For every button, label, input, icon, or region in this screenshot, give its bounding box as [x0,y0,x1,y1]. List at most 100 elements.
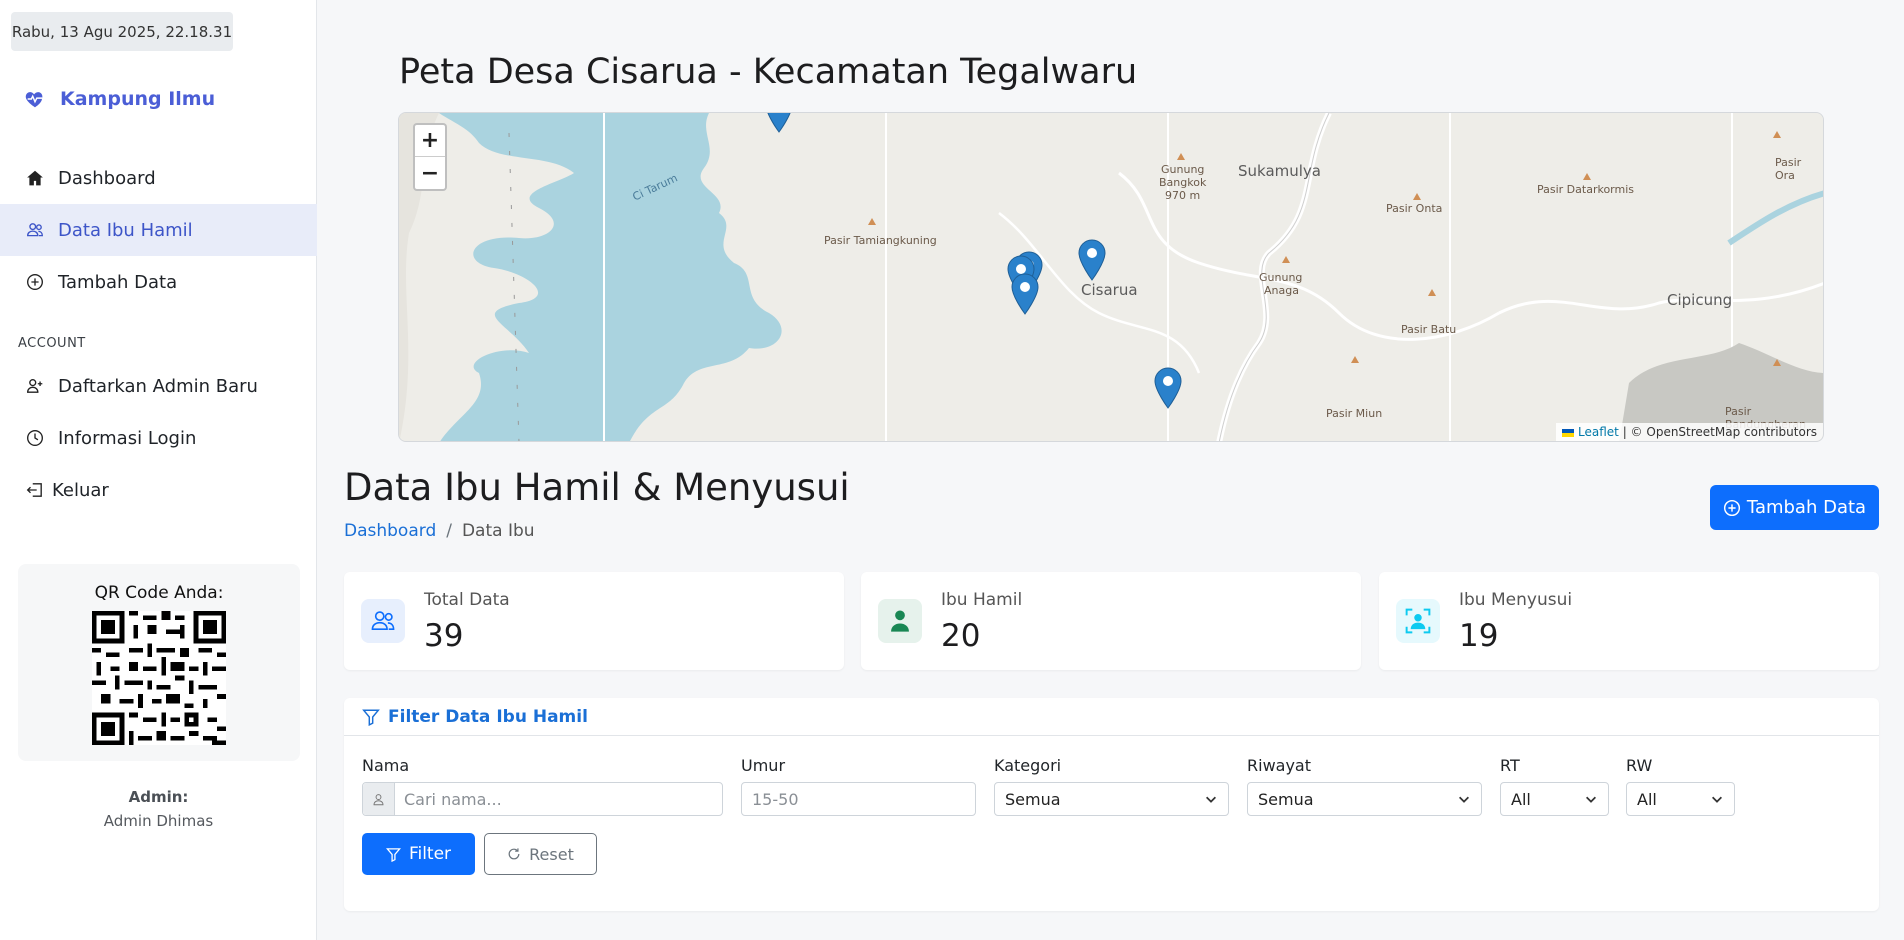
breadcrumb: Dashboard / Data Ibu [344,521,535,541]
person-icon [891,610,909,632]
stat-card-ibu-menyusui: Ibu Menyusui 19 [1379,572,1879,670]
refresh-icon [508,848,520,860]
kategori-select[interactable]: Semua [994,782,1229,816]
sidebar-item-daftarkan-admin[interactable]: Daftarkan Admin Baru [0,360,317,412]
map-attribution: Leaflet | © OpenStreetMap contributors [1556,423,1823,441]
person-icon [373,793,384,805]
clock-icon [27,430,43,446]
stat-label: Ibu Menyusui [1459,590,1573,610]
tambah-data-button[interactable]: Tambah Data [1710,485,1879,530]
map-container[interactable]: Ci Tarum Pasir Tamiangkuning Gunung Bang… [398,112,1824,442]
rt-label: RT [1500,756,1520,775]
filter-header: Filter Data Ibu Hamil [344,698,1879,736]
page-title: Data Ibu Hamil & Menyusui [344,466,850,509]
ukraine-flag-icon [1562,428,1575,437]
chevron-down-icon [1206,796,1216,803]
brand-name: Kampung Ilmu [60,88,216,110]
sidebar-item-data-ibu-hamil[interactable]: Data Ibu Hamil [0,204,317,256]
stat-icon-box [361,599,405,643]
admin-label: Admin: [128,788,189,806]
sidebar-item-dashboard[interactable]: Dashboard [0,152,317,204]
map-label: Pasir Onta [1386,202,1443,215]
map-label: Anaga [1264,284,1299,297]
filter-title: Filter Data Ibu Hamil [388,706,588,727]
map-label: Bangkok [1159,176,1207,189]
leaflet-link[interactable]: Leaflet [1578,425,1619,439]
qr-code-image [92,611,226,745]
map-marker[interactable] [1154,367,1182,409]
logout-icon [26,483,42,497]
map-label: 970 m [1165,189,1201,202]
breadcrumb-dashboard-link[interactable]: Dashboard [344,521,436,541]
datetime-display: Rabu, 13 Agu 2025, 22.18.31 [11,12,233,51]
zoom-in-button[interactable]: + [415,125,445,157]
stat-icon-box [1396,599,1440,643]
house-icon [27,170,43,186]
rw-label: RW [1626,756,1653,775]
rt-select[interactable]: All [1500,782,1609,816]
tambah-data-label: Tambah Data [1746,497,1867,518]
filter-card: Filter Data Ibu Hamil Nama Cari nama... … [344,698,1879,911]
umur-input[interactable]: 15-50 [741,782,976,816]
map-label: Pasir Tamiangkuning [824,234,937,247]
nama-label: Nama [362,756,410,775]
stat-label: Total Data [424,590,510,610]
breadcrumb-separator: / [446,521,452,541]
stat-value: 20 [941,618,981,654]
reset-button[interactable]: Reset [484,833,597,875]
rt-value: All [1511,789,1531,809]
sidebar-item-label: Keluar [52,479,109,501]
filter-button[interactable]: Filter [362,833,475,875]
sidebar: Rabu, 13 Agu 2025, 22.18.31 Kampung Ilmu… [0,0,317,940]
nama-input[interactable]: Cari nama... [395,790,502,809]
users-icon [27,223,43,237]
section-label-account: ACCOUNT [18,336,86,351]
sidebar-item-keluar[interactable]: Keluar [0,464,317,516]
funnel-icon [362,709,380,726]
zoom-control: + − [413,123,447,191]
stat-card-ibu-hamil: Ibu Hamil 20 [861,572,1361,670]
plus-circle-icon [1723,499,1740,516]
kategori-label: Kategori [994,756,1062,775]
map-marker[interactable] [1011,273,1039,315]
reset-button-label: Reset [529,844,574,864]
umur-label: Umur [741,756,786,775]
person-bounding-icon [1405,608,1431,634]
admin-name: Admin Dhimas [103,812,214,830]
filter-button-label: Filter [408,844,452,864]
map-tiles [399,113,1823,441]
map-label: Pasir Ora [1775,156,1802,182]
map-label: Gunung [1259,271,1303,284]
qr-code-card: QR Code Anda: [18,564,300,761]
map-label: Gunung [1161,163,1205,176]
map-label: Pasir Miun [1326,407,1383,420]
map-label: Pasir Batu [1401,323,1457,336]
stat-icon-box [878,599,922,643]
attribution-text: | © OpenStreetMap contributors [1622,425,1817,439]
person-addon [363,783,395,815]
riwayat-select[interactable]: Semua [1247,782,1482,816]
nama-input-group: Cari nama... [362,782,723,816]
breadcrumb-current: Data Ibu [461,521,535,541]
rw-select[interactable]: All [1626,782,1735,816]
chevron-down-icon [1712,796,1722,803]
stat-label: Ibu Hamil [941,590,1023,610]
sidebar-item-label: Informasi Login [58,427,197,449]
zoom-out-button[interactable]: − [415,157,445,189]
qr-title: QR Code Anda: [94,583,224,603]
users-icon [371,611,395,630]
user-plus-icon [27,379,43,393]
chevron-down-icon [1459,796,1469,803]
umur-placeholder: 15-50 [752,789,799,809]
brand-link[interactable]: Kampung Ilmu [24,88,215,110]
map-marker[interactable] [765,112,793,133]
sidebar-item-informasi-login[interactable]: Informasi Login [0,412,317,464]
rw-value: All [1637,789,1657,809]
plus-circle-icon [27,274,43,290]
riwayat-value: Semua [1258,789,1314,809]
sidebar-item-label: Tambah Data [58,271,178,293]
map-marker[interactable] [1078,239,1106,281]
sidebar-item-tambah-data[interactable]: Tambah Data [0,256,317,308]
sidebar-item-label: Dashboard [58,167,156,189]
sidebar-item-label: Data Ibu Hamil [58,219,193,241]
